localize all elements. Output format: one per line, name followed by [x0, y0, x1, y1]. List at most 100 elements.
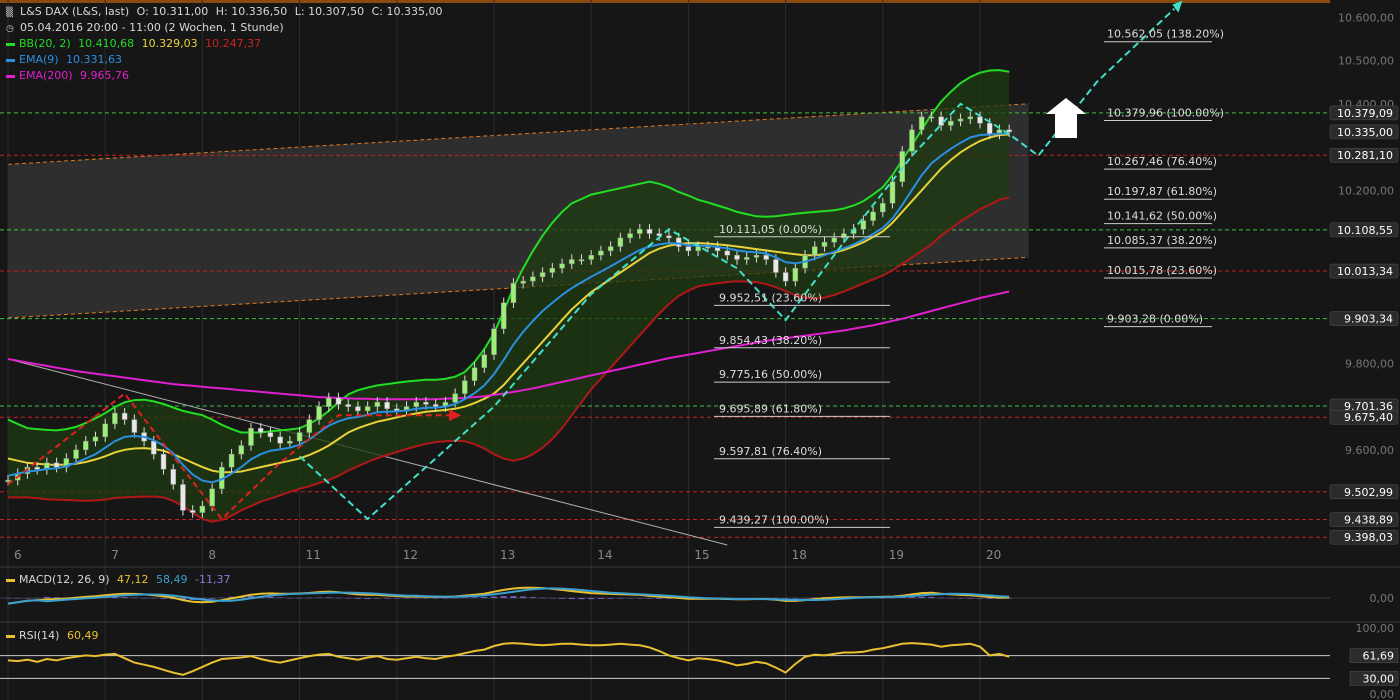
macd-histogram-bar — [374, 598, 381, 599]
macd-histogram-bar — [481, 597, 488, 598]
ema200-swatch — [6, 74, 15, 78]
macd-histogram-bar — [967, 598, 974, 599]
candle-body — [627, 233, 633, 239]
macd-histogram-bar — [908, 597, 915, 598]
legend-rsi[interactable]: RSI(14) 60,49 — [6, 628, 102, 644]
candle-body — [277, 436, 283, 444]
low-value: L: 10.307,50 — [294, 5, 365, 18]
candle-body — [743, 257, 750, 260]
ema9-name: EMA(9) — [19, 53, 59, 66]
candle-body — [685, 246, 692, 252]
candle-body — [928, 116, 935, 119]
candle-body — [977, 116, 983, 124]
macd-histogram-bar — [354, 598, 361, 599]
candle-body — [345, 404, 351, 407]
candle-body — [559, 263, 565, 269]
candle-body — [102, 423, 108, 438]
fib-upper-label: 10.267,46 (76.40%) — [1107, 155, 1217, 168]
x-axis-tick-label: 15 — [694, 548, 709, 562]
rsi-value: 60,49 — [66, 629, 99, 642]
candle-body — [131, 419, 138, 433]
legend-ema200[interactable]: EMA(200) 9.965,76 — [6, 68, 133, 84]
rsi-level-label: 100,00 — [1356, 622, 1395, 635]
x-axis-tick-label: 18 — [792, 548, 807, 562]
candle-body — [491, 328, 497, 355]
candle-body — [860, 220, 867, 230]
candle-body — [5, 479, 11, 482]
macd-histogram-bar — [471, 597, 478, 598]
macd-histogram-bar — [802, 598, 809, 599]
candle-body — [617, 237, 624, 247]
macd-histogram-bar — [34, 598, 41, 599]
candle-body — [257, 427, 264, 433]
macd-value: 47,12 — [117, 573, 149, 586]
candle-body — [821, 241, 828, 247]
close-value: C: 10.335,00 — [371, 5, 443, 18]
candle-body — [812, 246, 818, 256]
macd-histogram-bar — [209, 598, 216, 599]
rsi-swatch — [6, 634, 15, 638]
macd-histogram-bar — [43, 596, 50, 598]
candle-body — [53, 462, 60, 468]
x-axis-tick-label: 20 — [986, 548, 1001, 562]
macd-histogram-bar — [568, 598, 575, 600]
candle-body — [34, 466, 40, 470]
candle-body — [384, 402, 390, 409]
candle-body — [607, 246, 614, 252]
price-label: 10.108,55 — [1337, 224, 1393, 237]
candle-body — [374, 402, 381, 407]
bb-upper: 10.410,68 — [78, 37, 135, 50]
candle-body — [73, 449, 79, 459]
macd-histogram-bar — [218, 597, 225, 599]
ema9-swatch — [6, 58, 15, 62]
macd-histogram-bar — [5, 598, 11, 599]
fib-lower-label: 9.597,81 (76.40%) — [719, 445, 822, 458]
candle-body — [180, 484, 186, 511]
candle-body — [238, 445, 245, 455]
macd-histogram-bar — [559, 598, 566, 599]
x-axis-tick-label: 12 — [403, 548, 418, 562]
candle-body — [773, 259, 779, 273]
macd-histogram-bar — [384, 598, 391, 599]
ema9-value: 10.331,63 — [66, 53, 123, 66]
legend-macd[interactable]: MACD(12, 26, 9) 47,12 58,49 -11,37 — [6, 572, 235, 588]
fib-upper-label: 10.197,87 (61.80%) — [1107, 185, 1217, 198]
candle-body — [452, 393, 458, 403]
candle-body — [520, 280, 526, 284]
macd-histogram-bar — [510, 596, 517, 598]
rsi-name: RSI(14) — [19, 629, 60, 642]
macd-histogram-bar — [461, 597, 468, 599]
macd-histogram-bar — [656, 598, 663, 599]
fib-upper-label: 10.141,62 (50.00%) — [1107, 210, 1217, 223]
macd-histogram-bar — [296, 597, 303, 599]
legend-ema9[interactable]: EMA(9) 10.331,63 — [6, 52, 126, 68]
rsi-level-label: 30,00 — [1363, 672, 1395, 685]
candle-body — [637, 228, 643, 234]
y-axis-tick-label: 10.600,00 — [1338, 11, 1394, 24]
candle-body — [588, 254, 594, 260]
macd-histogram-bar — [491, 596, 497, 598]
macd-histogram-bar — [597, 598, 604, 599]
macd-histogram-bar — [977, 598, 983, 599]
price-chart[interactable]: 10.562,05 (138.20%) 10.379,96 (100.00%) 10… — [0, 0, 1400, 700]
macd-histogram-bar — [617, 598, 624, 599]
macd-histogram-bar — [549, 598, 556, 599]
rsi-level-label: 0,00 — [1370, 688, 1395, 700]
candle-body — [948, 120, 954, 126]
candle-body — [170, 469, 176, 485]
chart-background — [0, 0, 1400, 700]
candle-body — [151, 440, 157, 455]
macd-histogram-bar — [782, 598, 789, 599]
candle-body — [1006, 129, 1012, 133]
y-axis-tick-label: 9.600,00 — [1345, 444, 1394, 457]
price-label: 9.502,99 — [1344, 486, 1393, 499]
macd-histogram-bar — [121, 597, 128, 598]
candle-body — [646, 228, 653, 234]
candle-body — [423, 402, 429, 405]
y-axis-tick-label: 9.800,00 — [1345, 357, 1394, 370]
legend-bb[interactable]: BB(20, 2) 10.410,68 10.329,03 10.247,37 — [6, 36, 265, 52]
macd-histogram-bar — [345, 598, 352, 599]
high-value: H: 10.336,50 — [215, 5, 288, 18]
candle-body — [569, 259, 575, 265]
candle-body — [500, 302, 507, 329]
